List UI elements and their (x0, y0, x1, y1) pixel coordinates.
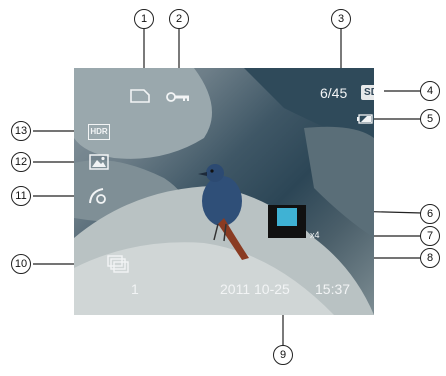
image-counter: 6/45 (320, 85, 348, 101)
callout-5: 5 (420, 109, 440, 129)
callout-8: 8 (420, 248, 440, 268)
callout-9: 9 (273, 345, 293, 365)
memory-card-icon (130, 89, 150, 103)
callout-10: 10 (11, 254, 31, 274)
zoom-navigator (268, 205, 306, 238)
rotate-icon (89, 188, 106, 204)
callout-1: 1 (134, 9, 154, 29)
photo-scene (74, 68, 374, 315)
sd-card-icon: SD (361, 85, 374, 100)
protect-key-icon (166, 92, 189, 102)
callout-11: 11 (11, 186, 31, 206)
callout-4: 4 (420, 81, 440, 101)
zoom-factor: x4 (310, 230, 320, 240)
callout-2: 2 (169, 9, 189, 29)
callout-12: 12 (11, 152, 31, 172)
capture-time: 15:37 (315, 281, 351, 297)
callout-13: 13 (11, 121, 31, 141)
zoom-position-indicator (277, 208, 297, 226)
callout-6: 6 (420, 204, 440, 224)
hdr-icon: HDR (88, 124, 110, 140)
callout-7: 7 (420, 226, 440, 246)
capture-date: 2011 10-25 (220, 281, 290, 297)
callout-3: 3 (331, 9, 351, 29)
playback-photo: 6/45 SD HDR x4 1 2011 10-25 15:37 (74, 68, 374, 315)
burst-group-icon (107, 255, 129, 273)
scene-icon (89, 154, 109, 170)
battery-icon (357, 114, 373, 124)
image-index: 1 (131, 281, 139, 297)
